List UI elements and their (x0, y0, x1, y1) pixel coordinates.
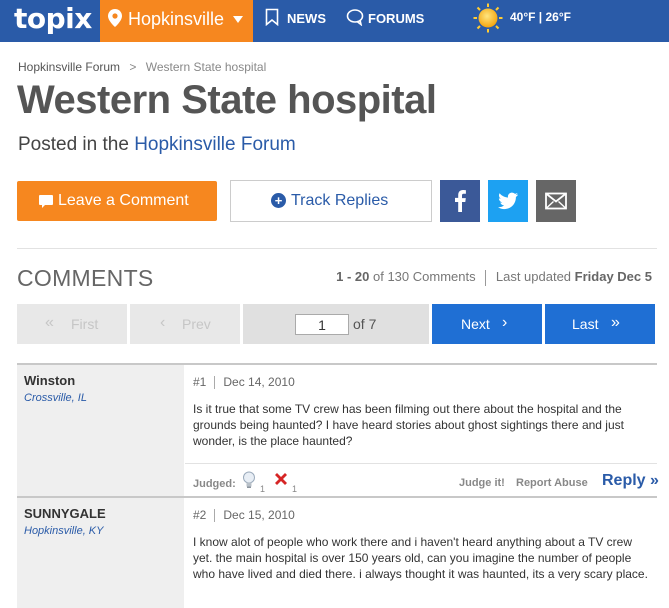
comment-meta: #1 Dec 14, 2010 (193, 375, 295, 390)
page-title: Western State hospital (17, 78, 437, 122)
comments-range: 1 - 20 (336, 269, 370, 284)
chevron-down-icon (233, 16, 243, 23)
pager-next-label: Next (461, 316, 490, 332)
pipe-divider (214, 376, 216, 390)
track-replies-label: Track Replies (291, 192, 389, 209)
pager-last-button[interactable]: Last » (545, 304, 655, 344)
facebook-share-button[interactable] (440, 180, 480, 222)
pager-first-button[interactable]: « First (17, 304, 127, 344)
topix-logo[interactable]: topix (14, 2, 92, 35)
posted-forum-link[interactable]: Hopkinsville Forum (134, 134, 296, 155)
comment-number[interactable]: #2 (193, 508, 206, 522)
judge-positive-count: 1 (260, 484, 266, 494)
comment-author-panel: SUNNYGALE Hopkinsville, KY (17, 498, 184, 608)
pager-first-label: First (71, 316, 99, 332)
comment-date: Dec 15, 2010 (223, 508, 295, 522)
chevron-left-icon: ‹ (160, 314, 166, 331)
breadcrumb-separator: > (129, 60, 137, 74)
comment-item: Winston Crossville, IL #1 Dec 14, 2010 Is… (17, 363, 659, 497)
comments-count: 1 - 20 of 130 Comments Last updated Frid… (336, 269, 652, 286)
leave-comment-label: Leave a Comment (58, 192, 189, 209)
double-chevron-right-icon: » (611, 314, 620, 331)
pager-prev-label: Prev (182, 316, 211, 332)
comment-body: Is it true that some TV crew has been fi… (193, 402, 624, 448)
x-mark-icon (275, 473, 287, 485)
pager-next-button[interactable]: Next › (432, 304, 542, 344)
bookmark-icon (265, 8, 279, 26)
judge-it-link[interactable]: Judge it! (459, 477, 505, 489)
pipe-divider (214, 509, 216, 523)
comment-icon (39, 195, 53, 208)
breadcrumb-current: Western State hospital (145, 60, 267, 74)
leave-comment-button[interactable]: Leave a Comment (17, 181, 217, 221)
nav-news-label: NEWS (287, 11, 326, 26)
posted-prefix: Posted in the (18, 134, 129, 155)
pager-prev-button[interactable]: ‹ Prev (130, 304, 240, 344)
chevron-right-icon: › (502, 314, 508, 331)
reply-link[interactable]: Reply » (602, 472, 659, 490)
posted-in-line: Posted in the Hopkinsville Forum (18, 134, 296, 156)
track-replies-button[interactable]: + Track Replies (230, 180, 432, 222)
nav-forums-label: FORUMS (368, 11, 425, 26)
comment-location: Hopkinsville, KY (24, 525, 104, 537)
judge-negative-count: 1 (292, 484, 298, 494)
comment-author-panel: Winston Crossville, IL (17, 365, 184, 497)
comment-meta: #2 Dec 15, 2010 (193, 508, 295, 523)
lightbulb-icon (243, 471, 255, 488)
comment-author[interactable]: SUNNYGALE (24, 506, 106, 521)
last-updated-value: Friday Dec 5 (574, 269, 652, 284)
pager-last-label: Last (572, 316, 599, 332)
plus-circle-icon: + (271, 193, 286, 208)
location-label: Hopkinsville (128, 9, 225, 29)
twitter-share-button[interactable] (488, 180, 528, 222)
top-nav: topix Hopkinsville NEWS FORUMS 40°F | 26… (0, 0, 669, 42)
section-divider (17, 248, 657, 249)
last-updated-label: Last updated (495, 269, 572, 284)
comment-location: Crossville, IL (24, 392, 87, 404)
email-share-button[interactable] (536, 180, 576, 222)
comment-date: Dec 14, 2010 (223, 375, 295, 389)
comment-number[interactable]: #1 (193, 375, 206, 389)
comment-author[interactable]: Winston (24, 373, 75, 388)
page-count-label: of 7 (353, 316, 377, 332)
pipe-divider (485, 269, 487, 286)
judged-label: Judged: (193, 478, 236, 490)
chat-bubble-icon (346, 9, 364, 26)
pager-page-selector: of 7 (243, 304, 429, 344)
comments-heading: COMMENTS (17, 265, 154, 291)
report-abuse-link[interactable]: Report Abuse (516, 477, 588, 489)
email-icon (545, 192, 567, 210)
twitter-icon (498, 192, 518, 210)
breadcrumb: Hopkinsville Forum > Western State hospi… (18, 60, 266, 74)
comment-body: I know alot of people who work there and… (193, 535, 648, 581)
location-pin-icon (108, 9, 122, 27)
sun-icon (473, 3, 503, 33)
breadcrumb-forum-link[interactable]: Hopkinsville Forum (18, 60, 120, 74)
comment-footer: Judged: 1 1 Judge it! Report Abuse Reply… (185, 463, 659, 497)
location-selector[interactable]: Hopkinsville (100, 0, 253, 42)
facebook-icon (455, 190, 466, 212)
double-chevron-left-icon: « (45, 314, 54, 331)
weather-readout: 40°F | 26°F (510, 10, 571, 24)
page-number-input[interactable] (295, 314, 349, 335)
comments-total: of 130 Comments (373, 269, 476, 284)
comment-item: SUNNYGALE Hopkinsville, KY #2 Dec 15, 201… (17, 496, 657, 608)
